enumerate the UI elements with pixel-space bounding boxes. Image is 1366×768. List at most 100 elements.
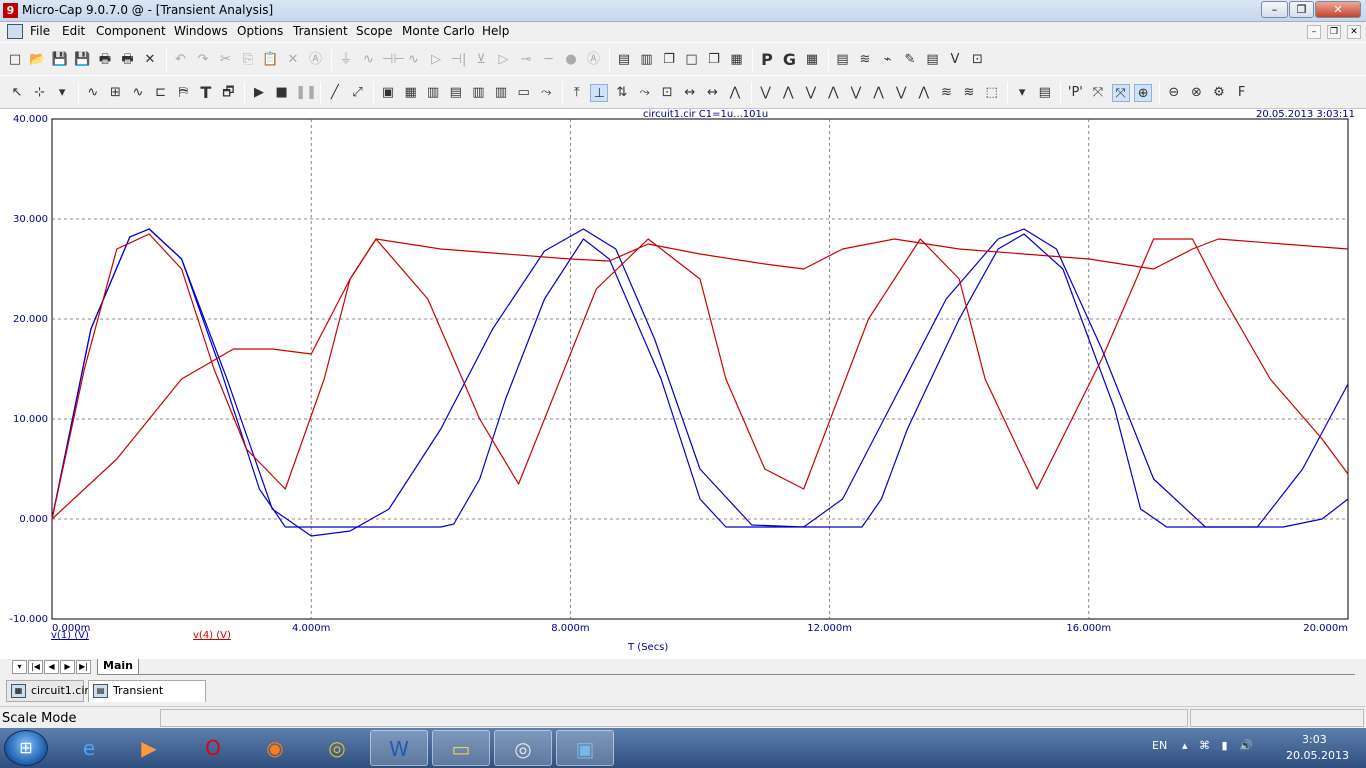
cut-icon[interactable]: ✂ [217, 51, 235, 69]
cursor-left-icon[interactable]: ⤒ [568, 84, 586, 102]
menu-windows[interactable]: Windows [174, 24, 228, 38]
fall2-icon[interactable]: ≋ [937, 84, 955, 102]
hi-icon[interactable]: ⋁ [847, 84, 865, 102]
wave-icon[interactable]: ≋ [960, 84, 978, 102]
rect5-icon[interactable]: ▭ [515, 84, 533, 102]
text-tool-icon[interactable]: T [197, 84, 215, 102]
inflection-icon[interactable]: ↔ [703, 84, 721, 102]
run-icon[interactable]: ▶ [250, 84, 268, 102]
vertical-tile-icon[interactable]: ▥ [638, 51, 656, 69]
maximize-icon[interactable]: □ [683, 51, 701, 69]
delete-icon[interactable]: ✕ [284, 51, 302, 69]
low-icon[interactable]: ↔ [681, 84, 699, 102]
xy-icon[interactable]: ⤧ [1111, 84, 1130, 102]
rect-icon[interactable]: ▥ [424, 84, 442, 102]
stack-icon[interactable]: ⬚ [983, 84, 1001, 102]
close-button[interactable]: ✕ [1315, 1, 1361, 18]
stop-icon[interactable]: ■ [273, 84, 291, 102]
capacitor-icon[interactable]: ⊣⊢ [382, 51, 405, 69]
info-icon[interactable]: 🗗 [219, 84, 237, 102]
menu-file[interactable]: File [30, 24, 50, 38]
grid-icon[interactable]: ▦ [402, 84, 420, 102]
text-icon[interactable]: ∿ [129, 84, 147, 102]
paste-icon[interactable]: 📋 [262, 51, 280, 69]
menu-edit[interactable]: Edit [62, 24, 85, 38]
app-icon[interactable]: 9 [3, 3, 18, 18]
trace-label-v4[interactable]: v(4) (V) [193, 630, 231, 641]
resistor-icon[interactable]: ∿ [360, 51, 378, 69]
p-icon[interactable]: P [758, 51, 776, 69]
mdi-close-button[interactable]: ✕ [1347, 25, 1361, 39]
menu-scope[interactable]: Scope [356, 24, 393, 38]
chart-icon[interactable]: ▤ [924, 51, 942, 69]
mdi-restore-button[interactable]: ❐ [1327, 25, 1341, 39]
waveform-icon[interactable]: ≋ [856, 51, 874, 69]
next-page-button[interactable]: ▶ [60, 660, 75, 674]
page-tab-main[interactable]: Main [97, 659, 139, 675]
pause-icon[interactable]: ❚❚ [295, 84, 317, 102]
dropdown2-icon[interactable]: ▤ [1036, 84, 1054, 102]
page-menu-button[interactable]: ▾ [12, 660, 27, 674]
select-all-icon[interactable]: Ⓐ [307, 51, 325, 69]
cursor-move-icon[interactable]: ⋀ [779, 84, 797, 102]
new-icon[interactable]: □ [6, 51, 24, 69]
xy2-icon[interactable]: ⊕ [1134, 84, 1153, 102]
save-icon[interactable]: 💾 [51, 51, 69, 69]
chart-svg[interactable]: 40.00030.00020.00010.0000.000-10.0000.00… [0, 109, 1366, 659]
peak-icon[interactable]: ⇅ [613, 84, 631, 102]
diag-line-icon[interactable]: ⤢ [348, 84, 366, 102]
rise-icon[interactable]: ⋁ [892, 84, 910, 102]
last-page-button[interactable]: ▶| [76, 660, 91, 674]
menu-transient[interactable]: Transient [293, 24, 348, 38]
restore-icon[interactable]: ❐ [705, 51, 723, 69]
tab-circuit[interactable]: ▦ circuit1.cir [6, 680, 89, 702]
flag-icon[interactable]: ⛿ [174, 84, 192, 102]
taskbar-app-photos[interactable]: ▣ [556, 730, 614, 766]
p-label-icon[interactable]: ⤧ [1089, 84, 1107, 102]
save-all-icon[interactable]: 💾 [74, 51, 92, 69]
sphere-icon[interactable]: F [1233, 84, 1251, 102]
cascade-icon[interactable]: ❐ [660, 51, 678, 69]
select-icon[interactable]: ↖ [8, 84, 26, 102]
tab-transient-analysis[interactable]: ▤ Transient Analysis [88, 680, 206, 717]
slope-icon[interactable]: ⋀ [726, 84, 744, 102]
horizontal-tile-icon[interactable]: ▤ [615, 51, 633, 69]
menu-help[interactable]: Help [482, 24, 509, 38]
taskbar-app-word[interactable]: W [370, 730, 428, 766]
plot-icon[interactable]: ⊡ [969, 51, 987, 69]
vxy-icon[interactable]: V [946, 51, 964, 69]
taskbar-app-explorer[interactable]: ▭ [432, 730, 490, 766]
taskbar-app-media[interactable]: ▶ [120, 730, 178, 766]
rect2-icon[interactable]: ▤ [447, 84, 465, 102]
pencil-icon[interactable]: ✎ [901, 51, 919, 69]
cursor-mode-icon[interactable]: ⋁ [757, 84, 775, 102]
menu-options[interactable]: Options [237, 24, 283, 38]
calculator-icon[interactable]: ▦ [728, 51, 746, 69]
doc-icon[interactable] [7, 24, 23, 39]
properties-icon[interactable]: ▤ [834, 51, 852, 69]
print-icon[interactable]: 🖶 [96, 51, 114, 69]
dropdown-icon[interactable]: ▾ [53, 84, 71, 102]
component-icon[interactable]: ⊹ [31, 84, 49, 102]
maximize-button[interactable]: ❐ [1289, 1, 1314, 18]
probe-icon[interactable]: ⌁ [879, 51, 897, 69]
undo-icon[interactable]: ↶ [172, 51, 190, 69]
battery-icon[interactable]: ⊣| [450, 51, 468, 69]
peak-mode-icon[interactable]: ⋁ [802, 84, 820, 102]
close-icon[interactable]: ✕ [141, 51, 159, 69]
switch-icon[interactable]: ⊸ [517, 51, 535, 69]
mdi-minimize-button[interactable]: – [1307, 25, 1321, 39]
rect6-icon[interactable]: ⤳ [537, 84, 555, 102]
print-setup-icon[interactable]: 🖶 [119, 51, 137, 69]
npn-icon[interactable]: ⊻ [472, 51, 490, 69]
prev-page-button[interactable]: ◀ [44, 660, 59, 674]
redo-icon[interactable]: ↷ [194, 51, 212, 69]
zoom-in-icon[interactable]: ⊖ [1165, 84, 1183, 102]
trace-label-v1[interactable]: v(1) (V) [51, 630, 89, 641]
copy-icon[interactable]: ⎘ [239, 51, 257, 69]
rect4-icon[interactable]: ▥ [492, 84, 510, 102]
table-icon[interactable]: 'P' [1066, 84, 1084, 102]
language-indicator[interactable]: EN [1152, 739, 1167, 752]
start-button[interactable]: ⊞ [4, 730, 48, 766]
taskbar-app-ie[interactable]: e [60, 730, 118, 766]
